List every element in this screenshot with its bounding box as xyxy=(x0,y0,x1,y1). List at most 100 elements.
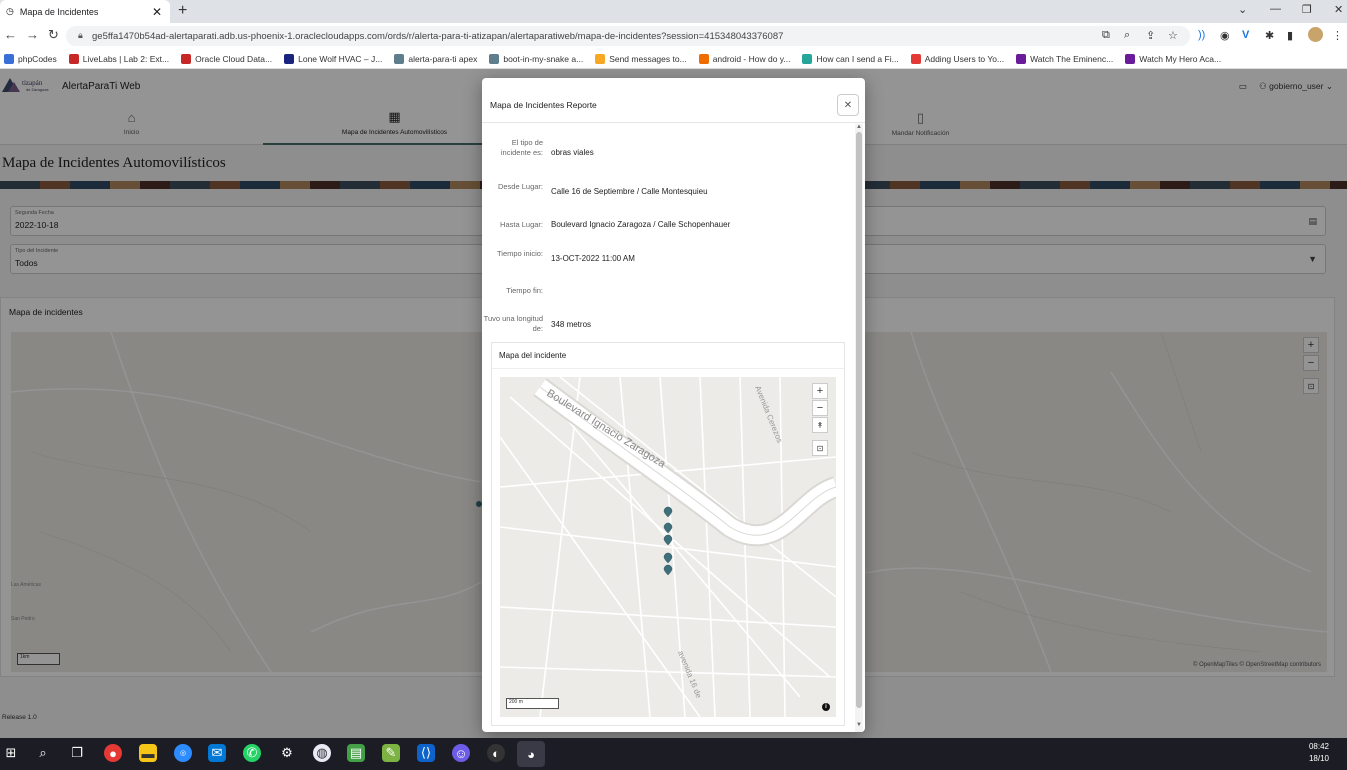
tab-title: Mapa de Incidentes xyxy=(19,6,99,17)
close-window-icon[interactable]: ✕ xyxy=(1334,3,1343,16)
bookmark-item[interactable]: alerta-para-ti apex xyxy=(394,53,478,64)
url-text: ge5ffa1470b54ad-alertaparati.adb.us-phoe… xyxy=(92,30,784,42)
browser-menu-icon[interactable]: ⋮ xyxy=(1332,29,1343,42)
row-value-desde: Calle 16 de Septiembre / Calle Montesqui… xyxy=(551,187,708,196)
bookmark-item[interactable]: Watch My Hero Aca... xyxy=(1125,53,1222,64)
bookmark-favicon-icon xyxy=(284,53,295,64)
row-label-tiempo-fin: Tiempo fin: xyxy=(506,286,543,295)
row-value-tiempo-inicio: 13-OCT-2022 11:00 AM xyxy=(551,254,635,263)
taskbar-search-icon[interactable]: ⌕ xyxy=(34,744,52,762)
url-input[interactable]: ge5ffa1470b54ad-alertaparati.adb.us-phoe… xyxy=(66,26,1190,46)
incident-map-fit-icon[interactable]: ⊡ xyxy=(812,440,828,456)
street-label-16: avenida 16 de xyxy=(676,649,703,699)
bookmark-label: How can I send a Fi... xyxy=(816,53,899,64)
tab-close-icon[interactable]: ✕ xyxy=(152,5,162,19)
street-label-zaragoza: Boulevard Ignacio Zaragoza xyxy=(544,387,668,471)
row-label-tipo: El tipo de incidente es: xyxy=(500,138,543,157)
browser-alt-icon[interactable]: ◍ xyxy=(313,744,331,762)
incident-map-zoom-in-button[interactable]: + xyxy=(812,383,828,399)
windows-start-icon[interactable]: ⊞ xyxy=(2,744,20,762)
settings-gear-icon[interactable]: ⚙ xyxy=(278,744,296,762)
active-app-icon[interactable]: ◕ xyxy=(517,741,545,767)
browser-tab[interactable]: ◷ Mapa de Incidentes ✕ xyxy=(0,0,170,23)
zoom-app-icon[interactable]: ◎ xyxy=(174,744,192,762)
row-value-tipo: obras viales xyxy=(551,148,594,157)
bookmark-favicon-icon xyxy=(181,53,192,64)
row-value-hasta: Boulevard Ignacio Zaragoza / Calle Schop… xyxy=(551,220,731,229)
bookmark-favicon-icon xyxy=(489,53,500,64)
bookmark-item[interactable]: Adding Users to Yo... xyxy=(910,53,1005,64)
bookmark-label: Adding Users to Yo... xyxy=(924,53,1005,64)
clock-date: 18/10 xyxy=(1308,754,1329,763)
dialog-close-button[interactable]: ✕ xyxy=(837,94,859,116)
bookmark-item[interactable]: android - How do y... xyxy=(698,53,790,64)
dialog-scroll-thumb[interactable] xyxy=(856,132,862,708)
bookmark-label: Oracle Cloud Data... xyxy=(195,53,273,64)
extension-wave-icon[interactable]: )) xyxy=(1198,29,1205,41)
incident-map-zoom-out-button[interactable]: − xyxy=(812,400,828,416)
taskbar-clock[interactable]: 08:42 18/10 xyxy=(1309,741,1329,765)
incident-map-title: Mapa del incidente xyxy=(499,351,567,360)
bookmark-favicon-icon xyxy=(68,53,79,64)
bookmark-item[interactable]: Send messages to... xyxy=(595,53,687,64)
bookmark-favicon-icon xyxy=(1125,53,1136,64)
task-view-icon[interactable]: ❐ xyxy=(68,744,86,762)
outlook-icon[interactable]: ✉ xyxy=(208,744,226,762)
scroll-up-icon[interactable]: ▲ xyxy=(856,124,862,130)
back-icon[interactable]: ← xyxy=(4,27,17,42)
notepad-icon[interactable]: ▤ xyxy=(347,744,365,762)
bookmark-item[interactable]: phpCodes xyxy=(4,53,57,64)
new-tab-icon[interactable]: + xyxy=(178,2,187,20)
forward-icon[interactable]: → xyxy=(26,27,39,42)
bookmark-favicon-icon xyxy=(394,53,405,64)
bookmark-item[interactable]: Watch The Eminenc... xyxy=(1016,53,1113,64)
incident-map-divider xyxy=(492,368,844,369)
incident-map-card: Mapa del incidente Boulevard Ignacio Zar… xyxy=(491,342,845,726)
share-icon[interactable]: ⇪ xyxy=(1146,29,1155,42)
bookmark-item[interactable]: boot-in-my-snake a... xyxy=(489,53,583,64)
bookmark-item[interactable]: Lone Wolf HVAC – J... xyxy=(284,53,383,64)
windows-taskbar xyxy=(0,738,1347,770)
bookmark-item[interactable]: LiveLabs | Lab 2: Ext... xyxy=(68,53,170,64)
whatsapp-icon[interactable]: ✆ xyxy=(243,744,261,762)
clock-time: 08:42 xyxy=(1308,742,1329,751)
row-label-longitud: Tuvo una longitud de: xyxy=(483,314,543,333)
bookmark-label: Send messages to... xyxy=(609,53,687,64)
chrome-taskbar-icon[interactable]: ● xyxy=(104,744,122,762)
bookmark-star-icon[interactable]: ☆ xyxy=(1168,29,1178,42)
bookmark-favicon-icon xyxy=(595,53,606,64)
bookmark-label: alerta-para-ti apex xyxy=(408,53,478,64)
vscode-icon[interactable]: ⟨⟩ xyxy=(417,744,435,762)
obs-icon[interactable]: ◐ xyxy=(487,744,505,762)
bookmark-label: LiveLabs | Lab 2: Ext... xyxy=(82,53,170,64)
extensions-puzzle-icon[interactable]: ✱ xyxy=(1265,29,1274,42)
bookmarks-bar: phpCodes LiveLabs | Lab 2: Ext... Oracle C… xyxy=(0,49,1347,69)
discord-icon[interactable]: ☺ xyxy=(452,744,470,762)
tab-favicon-icon: ◷ xyxy=(6,6,14,16)
file-explorer-icon[interactable]: ▬ xyxy=(139,744,157,762)
restore-icon[interactable]: ❐ xyxy=(1302,3,1312,16)
incident-map[interactable]: Boulevard Ignacio Zaragoza Avenida Cerez… xyxy=(500,377,836,717)
info-icon[interactable]: i xyxy=(822,703,830,711)
row-label-tiempo-inicio: Tiempo inicio: xyxy=(497,249,543,258)
reload-icon[interactable]: ↻ xyxy=(48,27,59,43)
open-in-app-icon[interactable]: ⧉ xyxy=(1102,29,1110,42)
paint-icon[interactable]: ✎ xyxy=(382,744,400,762)
bookmark-favicon-icon xyxy=(4,53,14,64)
bookmark-label: Lone Wolf HVAC – J... xyxy=(298,53,383,64)
scroll-down-icon[interactable]: ▼ xyxy=(856,722,862,728)
bookmark-item[interactable]: How can I send a Fi... xyxy=(802,53,899,64)
bookmark-label: Watch My Hero Aca... xyxy=(1139,53,1222,64)
dialog-divider xyxy=(482,122,865,123)
zoom-icon[interactable]: ⌕ xyxy=(1124,29,1130,42)
profile-avatar[interactable] xyxy=(1308,27,1323,42)
bookmark-item[interactable]: Oracle Cloud Data... xyxy=(181,53,273,64)
lock-icon[interactable]: 🔒︎ xyxy=(78,30,83,41)
minimize-icon[interactable]: — xyxy=(1270,3,1281,15)
side-panel-icon[interactable]: ▮ xyxy=(1287,29,1293,42)
incident-map-scale: 200 m xyxy=(506,698,559,709)
camera-icon[interactable]: ◉ xyxy=(1220,29,1230,42)
tab-search-icon[interactable]: ⌄ xyxy=(1238,3,1247,16)
compass-icon[interactable]: ↟ xyxy=(812,417,828,433)
vimeo-icon[interactable]: V xyxy=(1242,29,1249,41)
